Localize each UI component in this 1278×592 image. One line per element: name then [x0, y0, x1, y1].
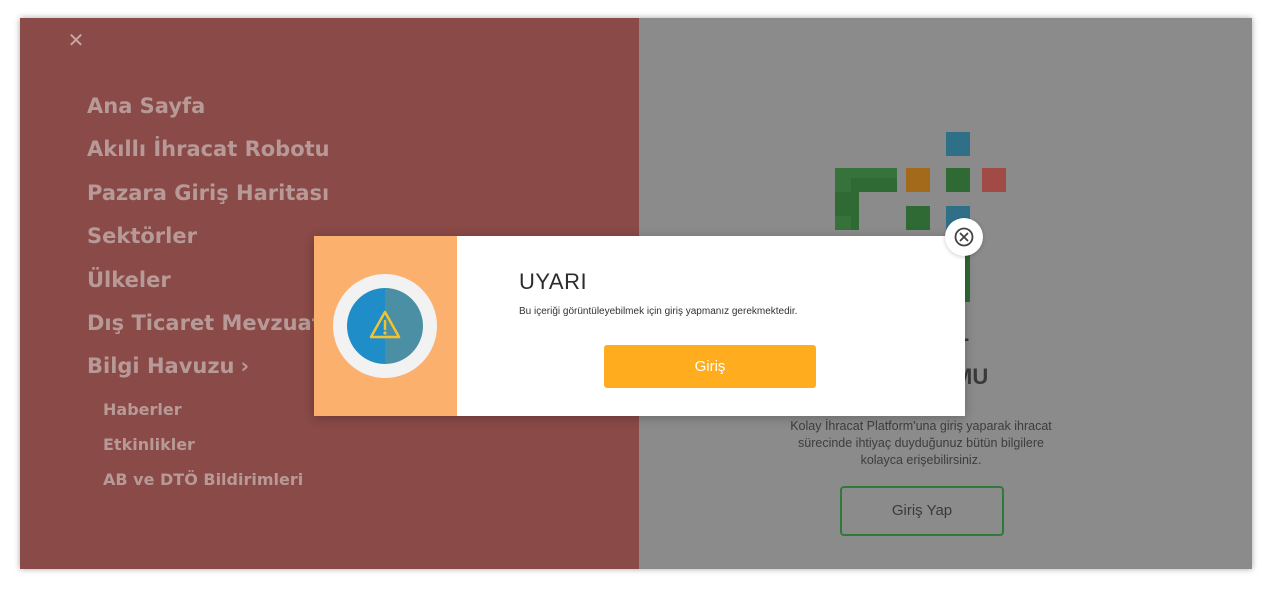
modal-side-panel — [314, 236, 457, 416]
nav-item-ulkeler[interactable]: Ülkeler — [87, 262, 330, 305]
menu-close-icon[interactable]: ✕ — [66, 30, 86, 50]
nav-item-pazara-giris-haritasi[interactable]: Pazara Giriş Haritası — [87, 175, 330, 218]
modal-close-button[interactable] — [945, 218, 983, 256]
sub-item-ab-dto-bildirimleri[interactable]: AB ve DTÖ Bildirimleri — [103, 466, 303, 501]
warning-icon — [369, 310, 401, 339]
warning-badge — [333, 274, 437, 378]
sub-item-haberler[interactable]: Haberler — [103, 396, 303, 431]
nav-item-bilgi-havuzu-label: Bilgi Havuzu — [87, 354, 235, 379]
login-button[interactable]: Giriş Yap — [840, 486, 1004, 536]
platform-description: Kolay İhracat Platform'una giriş yaparak… — [790, 419, 1052, 467]
nav-item-ana-sayfa[interactable]: Ana Sayfa — [87, 88, 330, 131]
modal-message: Bu içeriği görüntüleyebilmek için giriş … — [519, 306, 798, 317]
sub-item-etkinlikler[interactable]: Etkinlikler — [103, 431, 303, 466]
main-nav: Ana Sayfa Akıllı İhracat Robotu Pazara G… — [87, 88, 330, 392]
chevron-right-icon: › — [240, 354, 250, 379]
nav-item-sektorler[interactable]: Sektörler — [87, 218, 330, 261]
sub-nav: Haberler Etkinlikler AB ve DTÖ Bildiriml… — [103, 396, 303, 501]
nav-item-akilli-ihracat-robotu[interactable]: Akıllı İhracat Robotu — [87, 131, 330, 174]
modal-title: UYARI — [519, 269, 588, 294]
nav-item-dis-ticaret-mevzuati[interactable]: Dış Ticaret Mevzuatı — [87, 305, 330, 348]
modal-login-button[interactable]: Giriş — [604, 345, 816, 388]
close-circle-icon — [954, 227, 974, 247]
warning-circle — [347, 288, 423, 364]
nav-item-bilgi-havuzu[interactable]: Bilgi Havuzu › — [87, 348, 330, 391]
warning-modal: UYARI Bu içeriği görüntüleyebilmek için … — [314, 236, 965, 416]
